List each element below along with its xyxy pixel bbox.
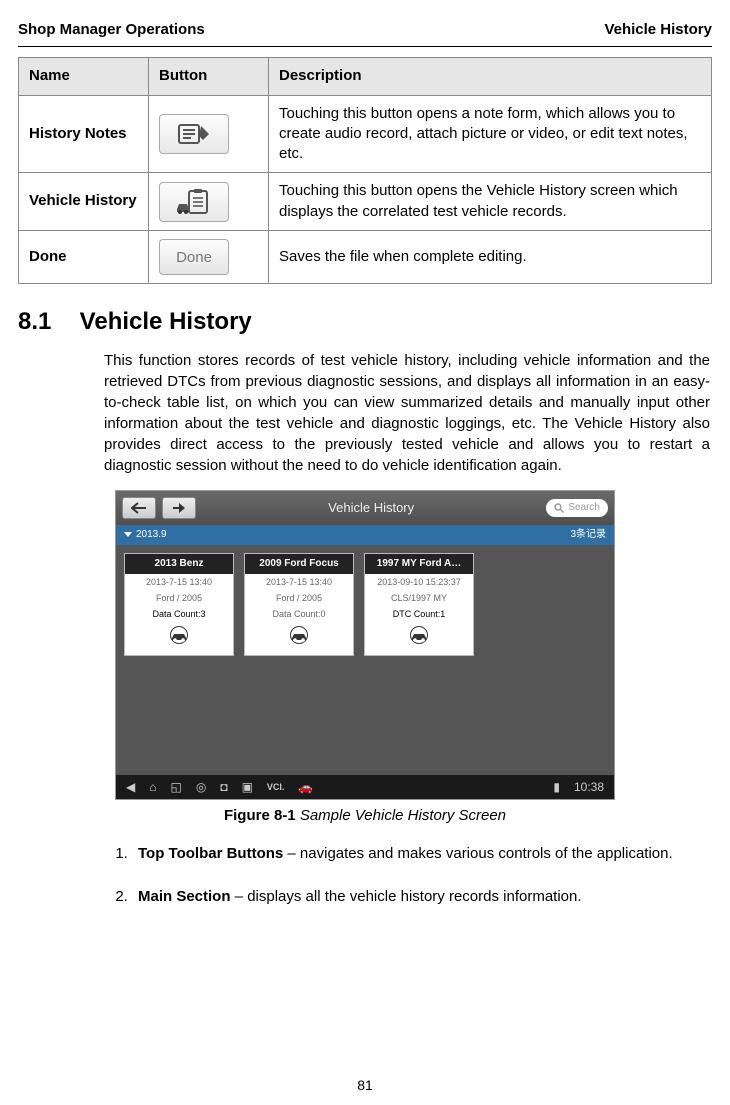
section-heading: 8.1 Vehicle History: [18, 306, 712, 338]
nav-browser-icon[interactable]: ◎: [196, 779, 206, 795]
card-icon-wrap: [125, 622, 233, 655]
history-notes-button[interactable]: [159, 114, 229, 154]
history-card[interactable]: 2013 Benz 2013-7-15 13:40 Ford / 2005 Da…: [124, 553, 234, 655]
row-button-cell: [149, 95, 269, 173]
device-navbar: ◀ ⌂ ◱ ◎ ◘ ▣ VCI. 🚗 ▮ 10:38: [116, 775, 614, 799]
list-item: Main Section – displays all the vehicle …: [132, 883, 712, 910]
card-icon-wrap: [245, 622, 353, 655]
search-icon: [554, 503, 564, 513]
share-button[interactable]: [162, 497, 196, 519]
page-header: Shop Manager Operations Vehicle History: [18, 20, 712, 40]
card-sub: Ford / 2005: [125, 590, 233, 606]
th-button: Button: [149, 58, 269, 95]
nav-battery-icon: ▮: [553, 779, 560, 795]
th-name: Name: [19, 58, 149, 95]
figure-label: Figure 8-1: [224, 807, 296, 824]
row-name: Vehicle History: [19, 173, 149, 231]
search-placeholder: Search: [568, 501, 600, 515]
row-description: Touching this button opens the Vehicle H…: [269, 173, 712, 231]
card-title: 1997 MY Ford A…: [365, 554, 473, 574]
nav-recent-icon[interactable]: ◱: [170, 779, 181, 795]
list-rest: – navigates and makes various controls o…: [283, 845, 672, 862]
table-row: History Notes Touching this button opens…: [19, 95, 712, 173]
card-title: 2013 Benz: [125, 554, 233, 574]
nav-car-icon[interactable]: 🚗: [298, 779, 313, 795]
row-description: Touching this button opens a note form, …: [269, 95, 712, 173]
page-number: 81: [0, 1076, 730, 1095]
figure: Vehicle History Search 2013.9 3条记录 2013 …: [18, 490, 712, 826]
list-item: Top Toolbar Buttons – navigates and make…: [132, 840, 712, 867]
header-rule: [18, 46, 712, 47]
device-main: 2013 Benz 2013-7-15 13:40 Ford / 2005 Da…: [116, 545, 614, 775]
history-card[interactable]: 1997 MY Ford A… 2013-09-10 15:23:37 CLS/…: [364, 553, 474, 655]
nav-back-icon[interactable]: ◀: [126, 779, 135, 795]
chevron-down-icon: [124, 532, 132, 537]
vehicle-history-button[interactable]: [159, 182, 229, 222]
card-sub: Ford / 2005: [245, 590, 353, 606]
card-count: Data Count:0: [245, 606, 353, 622]
nav-clock: 10:38: [574, 779, 604, 795]
row-name: Done: [19, 230, 149, 283]
band-right: 3条记录: [570, 528, 606, 542]
section-paragraph: This function stores records of test veh…: [104, 350, 710, 476]
nav-home-icon[interactable]: ⌂: [149, 779, 156, 795]
section-title: Vehicle History: [80, 308, 252, 335]
back-button[interactable]: [122, 497, 156, 519]
list-lead: Top Toolbar Buttons: [138, 845, 283, 862]
share-icon: [172, 502, 186, 514]
row-button-cell: [149, 173, 269, 231]
card-count: Data Count:3: [125, 606, 233, 622]
device-toolbar: Vehicle History Search: [116, 491, 614, 525]
card-icon-wrap: [365, 622, 473, 655]
figure-title: Sample Vehicle History Screen: [296, 807, 506, 824]
list-rest: – displays all the vehicle history recor…: [231, 888, 582, 905]
numbered-list: Top Toolbar Buttons – navigates and make…: [104, 840, 712, 910]
table-row: Vehicle History Touching this button: [19, 173, 712, 231]
list-lead: Main Section: [138, 888, 231, 905]
card-time: 2013-7-15 13:40: [245, 574, 353, 590]
notes-icon: [177, 122, 211, 146]
search-field[interactable]: Search: [546, 499, 608, 517]
card-sub: CLS/1997 MY: [365, 590, 473, 606]
card-title: 2009 Ford Focus: [245, 554, 353, 574]
clipboard-car-icon: [175, 189, 213, 215]
nav-app-icon[interactable]: ▣: [242, 779, 253, 795]
row-button-cell: Done: [149, 230, 269, 283]
card-time: 2013-7-15 13:40: [125, 574, 233, 590]
device-screenshot: Vehicle History Search 2013.9 3条记录 2013 …: [115, 490, 615, 800]
car-icon: [404, 626, 434, 644]
nav-vci-icon[interactable]: VCI.: [267, 781, 285, 793]
card-count: DTC Count:1: [365, 606, 473, 622]
car-icon: [284, 626, 314, 644]
nav-camera-icon[interactable]: ◘: [220, 779, 227, 795]
back-arrow-icon: [131, 502, 147, 514]
done-button[interactable]: Done: [159, 239, 229, 275]
button-description-table: Name Button Description History Notes To…: [18, 57, 712, 284]
row-name: History Notes: [19, 95, 149, 173]
card-time: 2013-09-10 15:23:37: [365, 574, 473, 590]
header-right: Vehicle History: [604, 20, 712, 40]
figure-caption: Figure 8-1 Sample Vehicle History Screen: [18, 806, 712, 826]
band-left: 2013.9: [124, 528, 167, 542]
toolbar-title: Vehicle History: [202, 499, 540, 517]
row-description: Saves the file when complete editing.: [269, 230, 712, 283]
date-band[interactable]: 2013.9 3条记录: [116, 525, 614, 545]
section-number: 8.1: [18, 306, 73, 338]
car-icon: [164, 626, 194, 644]
history-card[interactable]: 2009 Ford Focus 2013-7-15 13:40 Ford / 2…: [244, 553, 354, 655]
table-row: Done Done Saves the file when complete e…: [19, 230, 712, 283]
header-left: Shop Manager Operations: [18, 20, 205, 40]
th-description: Description: [269, 58, 712, 95]
table-header-row: Name Button Description: [19, 58, 712, 95]
